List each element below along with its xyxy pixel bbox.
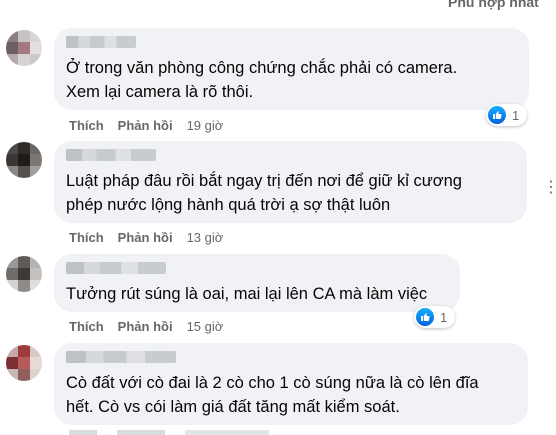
comment-actions: Thích Phản hồi 13 giờ <box>69 229 223 247</box>
comment-actions-faded <box>69 430 269 435</box>
comment-bubble: Luật pháp đâu rồi bắt ngay trị đến nơi đ… <box>54 141 527 223</box>
reply-button[interactable]: Phản hồi <box>118 118 173 133</box>
like-icon <box>416 308 434 326</box>
reaction-summary[interactable]: 1 <box>414 306 456 328</box>
comment-text: Ở trong văn phòng công chứng chắc phải c… <box>66 59 458 101</box>
comment-timestamp[interactable]: 19 giờ <box>187 118 224 133</box>
like-button[interactable]: Thích <box>69 118 104 133</box>
comment-bubble: Tưởng rút súng là oai, mai lại lên CA mà… <box>54 254 460 312</box>
comment-bubble: Ở trong văn phòng công chứng chắc phải c… <box>54 28 529 110</box>
comment-timestamp[interactable]: 13 giờ <box>187 230 224 245</box>
comment-bubble: Cò đất với cò đai là 2 cò cho 1 cò súng … <box>54 343 528 425</box>
comment-author-redacted[interactable] <box>66 149 156 161</box>
comment-text: Tưởng rút súng là oai, mai lại lên CA mà… <box>66 285 428 303</box>
like-icon <box>488 106 506 124</box>
avatar[interactable] <box>6 345 42 381</box>
sort-dropdown[interactable]: Phù hợp nhất <box>448 0 539 10</box>
more-options-icon[interactable]: ⋮ <box>543 177 556 197</box>
comment-actions: Thích Phản hồi 15 giờ <box>69 318 223 336</box>
like-button[interactable]: Thích <box>69 230 104 245</box>
avatar[interactable] <box>6 30 42 66</box>
comment-author-redacted[interactable] <box>66 262 166 274</box>
reaction-summary[interactable]: 1 <box>486 104 528 126</box>
comment-actions: Thích Phản hồi 19 giờ <box>69 117 223 135</box>
reaction-count: 1 <box>512 107 520 123</box>
reply-button[interactable]: Phản hồi <box>118 230 173 245</box>
avatar[interactable] <box>6 256 42 292</box>
reaction-count: 1 <box>440 309 448 325</box>
comment-author-redacted[interactable] <box>66 36 136 48</box>
comment-text: Cò đất với cò đai là 2 cò cho 1 cò súng … <box>66 374 479 416</box>
comment-author-redacted[interactable] <box>66 351 176 363</box>
reply-button[interactable]: Phản hồi <box>118 319 173 334</box>
comment-text: Luật pháp đâu rồi bắt ngay trị đến nơi đ… <box>66 172 462 214</box>
comment-timestamp[interactable]: 15 giờ <box>187 319 224 334</box>
avatar[interactable] <box>6 142 42 178</box>
like-button[interactable]: Thích <box>69 319 104 334</box>
